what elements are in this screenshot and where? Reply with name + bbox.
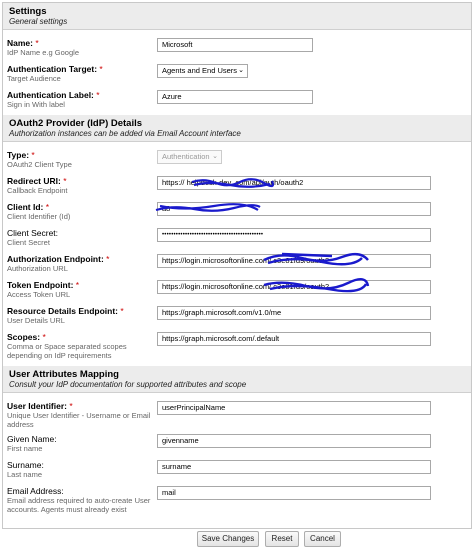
token-endpoint-label-block: Token Endpoint: * Access Token URL bbox=[7, 280, 157, 299]
name-label-block: Name: * IdP Name e.g Google bbox=[7, 38, 157, 57]
client-secret-label: Client Secret: bbox=[7, 228, 59, 238]
client-secret-input[interactable]: ••••••••••••••••••••••••••••••••••••••••… bbox=[157, 228, 431, 242]
required-mark: * bbox=[31, 150, 35, 160]
surname-label: Surname: bbox=[7, 460, 44, 470]
mapping-section-header: User Attributes Mapping Consult your IdP… bbox=[3, 366, 471, 393]
redirect-uri-label: Redirect URI: bbox=[7, 176, 61, 186]
chevron-down-icon: ⌄ bbox=[212, 153, 218, 160]
redirect-uri-input[interactable]: https:// helpdesk-dev .com/api/auth/oaut… bbox=[157, 176, 431, 190]
name-input[interactable]: Microsoft bbox=[157, 38, 313, 52]
client-secret-hint: Client Secret bbox=[7, 238, 50, 247]
mapping-subtitle: Consult your IdP documentation for suppo… bbox=[9, 380, 247, 389]
auth-target-hint: Target Audience bbox=[7, 74, 61, 83]
email-label: Email Address: bbox=[7, 486, 64, 496]
settings-subtitle: General settings bbox=[9, 17, 68, 26]
reset-button[interactable]: Reset bbox=[265, 531, 299, 547]
oauth-title: OAuth2 Provider (IdP) Details bbox=[9, 118, 143, 129]
user-identifier-label: User Identifier: bbox=[7, 401, 67, 411]
type-label-block: Type: * OAuth2 Client Type bbox=[7, 150, 157, 169]
given-name-hint: First name bbox=[7, 444, 43, 453]
required-mark: * bbox=[75, 280, 80, 290]
client-secret-label-block: Client Secret: Client Secret bbox=[7, 228, 157, 247]
type-label: Type: bbox=[7, 150, 30, 160]
save-changes-button[interactable]: Save Changes bbox=[197, 531, 259, 547]
client-id-hint: Client Identifier (Id) bbox=[7, 212, 71, 221]
user-identifier-hint: Unique User Identifier - Username or Ema… bbox=[7, 411, 151, 429]
auth-target-label-block: Authentication Target: * Target Audience bbox=[7, 64, 157, 83]
scopes-hint: Comma or Space separated scopes dependin… bbox=[7, 342, 127, 360]
user-identifier-input[interactable]: userPrincipalName bbox=[157, 401, 431, 415]
resource-endpoint-input[interactable]: https://graph.microsoft.com/v1.0/me bbox=[157, 306, 431, 320]
oauth-subtitle: Authorization instances can be added via… bbox=[9, 129, 241, 138]
auth-endpoint-hint: Authorization URL bbox=[7, 264, 68, 273]
given-name-input[interactable]: givenname bbox=[157, 434, 431, 448]
auth-target-select[interactable]: Agents and End Users ⌄ bbox=[157, 64, 248, 78]
token-endpoint-input[interactable]: https://login.microsoftonline.com/ c3e81… bbox=[157, 280, 431, 294]
settings-title: Settings bbox=[9, 6, 47, 17]
auth-label-hint: Sign in With label bbox=[7, 100, 65, 109]
auth-target-value: Agents and End Users bbox=[162, 66, 238, 75]
redirect-uri-hint: Callback Endpoint bbox=[7, 186, 68, 195]
email-hint: Email address required to auto-create Us… bbox=[7, 496, 151, 514]
required-mark: * bbox=[96, 90, 100, 100]
token-endpoint-label: Token Endpoint: bbox=[7, 280, 74, 290]
token-endpoint-hint: Access Token URL bbox=[7, 290, 71, 299]
type-hint: OAuth2 Client Type bbox=[7, 160, 72, 169]
name-hint: IdP Name e.g Google bbox=[7, 48, 79, 57]
cancel-button[interactable]: Cancel bbox=[304, 531, 341, 547]
auth-label-label-block: Authentication Label: * Sign in With lab… bbox=[7, 90, 157, 109]
given-name-label: Given Name: bbox=[7, 434, 57, 444]
surname-hint: Last name bbox=[7, 470, 43, 479]
auth-endpoint-label-block: Authorization Endpoint: * Authorization … bbox=[7, 254, 157, 273]
required-mark: * bbox=[42, 332, 46, 342]
oauth-section-header: OAuth2 Provider (IdP) Details Authorizat… bbox=[3, 115, 471, 142]
surname-input[interactable]: surname bbox=[157, 460, 431, 474]
auth-label-label: Authentication Label: bbox=[7, 90, 94, 100]
settings-section-header: Settings General settings bbox=[3, 3, 471, 30]
client-id-label-block: Client Id: * Client Identifier (Id) bbox=[7, 202, 157, 221]
given-name-label-block: Given Name: First name bbox=[7, 434, 157, 453]
email-input[interactable]: mail bbox=[157, 486, 431, 500]
type-select[interactable]: Authentication ⌄ bbox=[157, 150, 222, 164]
auth-target-label: Authentication Target: bbox=[7, 64, 98, 74]
required-mark: * bbox=[106, 254, 110, 264]
scopes-input[interactable]: https://graph.microsoft.com/.default bbox=[157, 332, 431, 346]
required-mark: * bbox=[63, 176, 67, 186]
mapping-title: User Attributes Mapping bbox=[9, 369, 119, 380]
required-mark: * bbox=[120, 306, 124, 316]
scopes-label-block: Scopes: * Comma or Space separated scope… bbox=[7, 332, 157, 360]
required-mark: * bbox=[99, 64, 103, 74]
email-label-block: Email Address: Email address required to… bbox=[7, 486, 157, 514]
chevron-down-icon: ⌄ bbox=[238, 67, 244, 74]
client-id-input[interactable]: a8 bbox=[157, 202, 431, 216]
resource-endpoint-label-block: Resource Details Endpoint: * User Detail… bbox=[7, 306, 157, 325]
auth-endpoint-input[interactable]: https://login.microsoftonline.com/ c3e81… bbox=[157, 254, 431, 268]
auth-label-input[interactable]: Azure bbox=[157, 90, 313, 104]
resource-endpoint-label: Resource Details Endpoint: bbox=[7, 306, 118, 316]
client-id-label: Client Id: bbox=[7, 202, 44, 212]
type-value: Authentication bbox=[162, 152, 210, 161]
user-identifier-label-block: User Identifier: * Unique User Identifie… bbox=[7, 401, 157, 429]
required-mark: * bbox=[69, 401, 73, 411]
required-mark: * bbox=[35, 38, 39, 48]
surname-label-block: Surname: Last name bbox=[7, 460, 157, 479]
auth-endpoint-label: Authorization Endpoint: bbox=[7, 254, 104, 264]
scopes-label: Scopes: bbox=[7, 332, 41, 342]
name-label: Name: bbox=[7, 38, 33, 48]
required-mark: * bbox=[45, 202, 50, 212]
redirect-uri-label-block: Redirect URI: * Callback Endpoint bbox=[7, 176, 157, 195]
resource-endpoint-hint: User Details URL bbox=[7, 316, 65, 325]
